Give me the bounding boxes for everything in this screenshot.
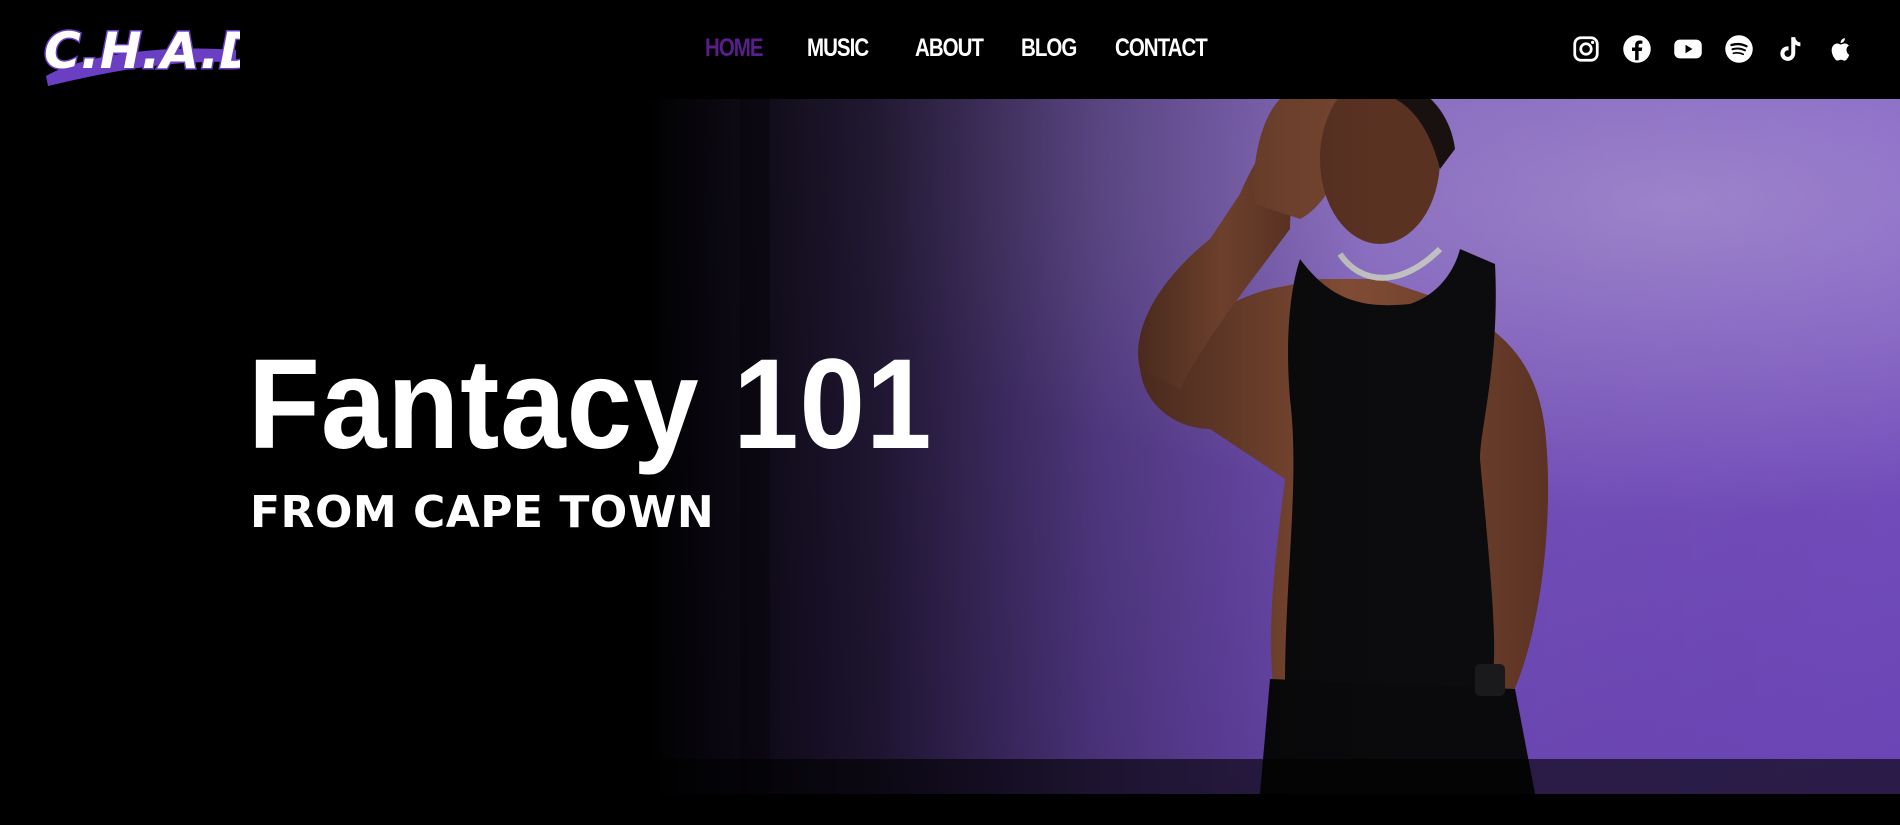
nav-item-contact[interactable]: CONTACT: [1115, 34, 1208, 63]
nav-item-music[interactable]: MUSIC: [807, 34, 869, 63]
spotify-icon[interactable]: [1723, 33, 1755, 65]
bottom-strip: [0, 794, 1900, 825]
hero-subtitle: FROM CAPE TOWN: [250, 487, 715, 538]
instagram-icon[interactable]: [1570, 33, 1602, 65]
nav-item-blog[interactable]: BLOG: [1021, 34, 1077, 63]
hero-title: Fantacy 101: [248, 333, 933, 476]
logo-graphic: C.H.A.D: [43, 21, 240, 86]
site-logo[interactable]: C.H.A.D: [40, 16, 240, 86]
nav-item-home[interactable]: HOME: [705, 34, 764, 63]
hero-section: Fantacy 101 FROM CAPE TOWN: [0, 99, 1900, 794]
site-header: C.H.A.D HOME MUSIC ABOUT BLOG CONTACT: [0, 0, 1900, 99]
social-links: [1570, 33, 1870, 67]
youtube-icon[interactable]: [1672, 33, 1704, 65]
facebook-icon[interactable]: [1621, 33, 1653, 65]
apple-icon[interactable]: [1825, 33, 1857, 65]
nav-item-about[interactable]: ABOUT: [915, 34, 984, 63]
tiktok-icon[interactable]: [1774, 33, 1806, 65]
logo-text: C.H.A.D: [44, 22, 240, 80]
